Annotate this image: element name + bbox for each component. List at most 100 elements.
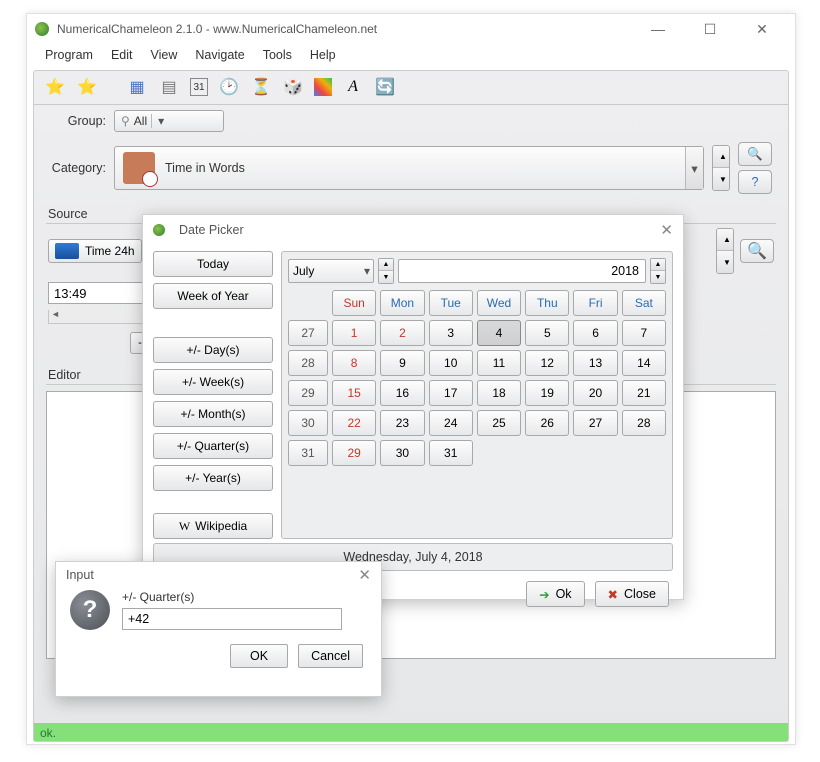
dp-day-22[interactable]: 22 (332, 410, 376, 436)
grid-icon[interactable]: ▦ (126, 76, 148, 98)
dp-day-20[interactable]: 20 (573, 380, 617, 406)
dp-day-11[interactable]: 11 (477, 350, 521, 376)
dp-day-28[interactable]: 28 (622, 410, 666, 436)
cat-up-button[interactable]: ▲ (713, 146, 729, 168)
star-icon[interactable]: ⭐ (44, 76, 66, 98)
menu-tools[interactable]: Tools (255, 46, 300, 64)
table-icon[interactable]: ▤ (158, 76, 180, 98)
dp-ok-button[interactable]: ➔ Ok (526, 581, 584, 607)
dp-week-27[interactable]: 27 (288, 320, 328, 346)
dp-day-13[interactable]: 13 (573, 350, 617, 376)
hourglass-icon[interactable]: ⏳ (250, 76, 272, 98)
dp-day-18[interactable]: 18 (477, 380, 521, 406)
status-bar: ok. (34, 723, 788, 741)
dp-month-down[interactable]: ▼ (379, 271, 393, 283)
dp-header-wed[interactable]: Wed (477, 290, 521, 316)
dp-day-4[interactable]: 4 (477, 320, 521, 346)
dp-year-up[interactable]: ▲ (651, 259, 665, 271)
dp-pm-days-button[interactable]: +/- Day(s) (153, 337, 273, 363)
eraser-icon[interactable]: A (342, 76, 364, 98)
menu-help[interactable]: Help (302, 46, 344, 64)
dp-header-thu[interactable]: Thu (525, 290, 569, 316)
clock-icon[interactable]: 🕑 (218, 76, 240, 98)
src-up-button[interactable]: ▲ (717, 229, 733, 251)
input-dlg-close-button[interactable]: ✕ (358, 566, 371, 584)
dp-pm-years-button[interactable]: +/- Year(s) (153, 465, 273, 491)
dp-day-14[interactable]: 14 (622, 350, 666, 376)
input-dlg-cancel-button[interactable]: Cancel (298, 644, 363, 668)
dp-close-action-button[interactable]: ✖ Close (595, 581, 669, 607)
menu-navigate[interactable]: Navigate (187, 46, 252, 64)
dp-week-30[interactable]: 30 (288, 410, 328, 436)
refresh-icon[interactable]: 🔄 (374, 76, 396, 98)
input-dlg-field[interactable] (122, 608, 342, 630)
app-icon (35, 22, 49, 36)
dp-header-fri[interactable]: Fri (573, 290, 617, 316)
dp-pm-weeks-button[interactable]: +/- Week(s) (153, 369, 273, 395)
dp-day-26[interactable]: 26 (525, 410, 569, 436)
dp-header-tue[interactable]: Tue (429, 290, 473, 316)
search-source-button[interactable]: 🔍 (740, 239, 774, 263)
input-dlg-ok-button[interactable]: OK (230, 644, 288, 668)
dp-week-28[interactable]: 28 (288, 350, 328, 376)
color-swatch-icon[interactable] (314, 78, 332, 96)
dp-header-mon[interactable]: Mon (380, 290, 424, 316)
dp-day-2[interactable]: 2 (380, 320, 424, 346)
status-text: ok. (40, 726, 56, 740)
src-down-button[interactable]: ▼ (717, 251, 733, 273)
group-combo[interactable]: ⚲ All ▾ (114, 110, 224, 132)
dp-header-sun[interactable]: Sun (332, 290, 376, 316)
dp-day-27[interactable]: 27 (573, 410, 617, 436)
calendar-day-icon[interactable]: 31 (190, 78, 208, 96)
menu-view[interactable]: View (142, 46, 185, 64)
dp-week-of-year-button[interactable]: Week of Year (153, 283, 273, 309)
dp-day-30[interactable]: 30 (380, 440, 424, 466)
dp-day-12[interactable]: 12 (525, 350, 569, 376)
dp-day-23[interactable]: 23 (380, 410, 424, 436)
dp-day-25[interactable]: 25 (477, 410, 521, 436)
dp-pm-quarters-button[interactable]: +/- Quarter(s) (153, 433, 273, 459)
close-button[interactable]: ✕ (745, 18, 779, 40)
dp-day-16[interactable]: 16 (380, 380, 424, 406)
dp-day-24[interactable]: 24 (429, 410, 473, 436)
dp-day-8[interactable]: 8 (332, 350, 376, 376)
dp-day-21[interactable]: 21 (622, 380, 666, 406)
dp-month-combo[interactable]: July ▾ (288, 259, 374, 283)
dp-week-31[interactable]: 31 (288, 440, 328, 466)
dp-day-7[interactable]: 7 (622, 320, 666, 346)
cat-down-button[interactable]: ▼ (713, 168, 729, 190)
maximize-button[interactable]: ☐ (693, 18, 727, 40)
dp-day-17[interactable]: 17 (429, 380, 473, 406)
search-category-button[interactable]: 🔍 (738, 142, 772, 166)
dp-day-9[interactable]: 9 (380, 350, 424, 376)
dp-day-15[interactable]: 15 (332, 380, 376, 406)
star-plus-icon[interactable]: ⭐ (76, 76, 98, 98)
dp-close-button[interactable]: ✕ (660, 221, 673, 239)
dp-pm-months-button[interactable]: +/- Month(s) (153, 401, 273, 427)
category-row: Category: Time in Words ▾ ▲ ▼ 🔍 ? (34, 137, 788, 199)
dp-day-19[interactable]: 19 (525, 380, 569, 406)
dp-day-3[interactable]: 3 (429, 320, 473, 346)
menu-program[interactable]: Program (37, 46, 101, 64)
dp-day-6[interactable]: 6 (573, 320, 617, 346)
source-unit-combo[interactable]: Time 24h (48, 239, 142, 263)
dp-day-29[interactable]: 29 (332, 440, 376, 466)
dp-wikipedia-button[interactable]: W Wikipedia (153, 513, 273, 539)
dp-today-button[interactable]: Today (153, 251, 273, 277)
dp-day-31[interactable]: 31 (429, 440, 473, 466)
dp-header-sat[interactable]: Sat (622, 290, 666, 316)
dp-day-1[interactable]: 1 (332, 320, 376, 346)
dp-month-up[interactable]: ▲ (379, 259, 393, 271)
dp-day-5[interactable]: 5 (525, 320, 569, 346)
dp-year-field[interactable]: 2018 (398, 259, 646, 283)
help-category-button[interactable]: ? (738, 170, 772, 194)
dp-week-29[interactable]: 29 (288, 380, 328, 406)
category-combo[interactable]: Time in Words ▾ (114, 146, 704, 190)
minimize-button[interactable]: — (641, 18, 675, 40)
menu-edit[interactable]: Edit (103, 46, 141, 64)
dp-ok-label: Ok (556, 587, 572, 601)
dice-icon[interactable]: 🎲 (282, 76, 304, 98)
dp-day-10[interactable]: 10 (429, 350, 473, 376)
dp-year-down[interactable]: ▼ (651, 271, 665, 283)
group-value: All (134, 114, 147, 128)
